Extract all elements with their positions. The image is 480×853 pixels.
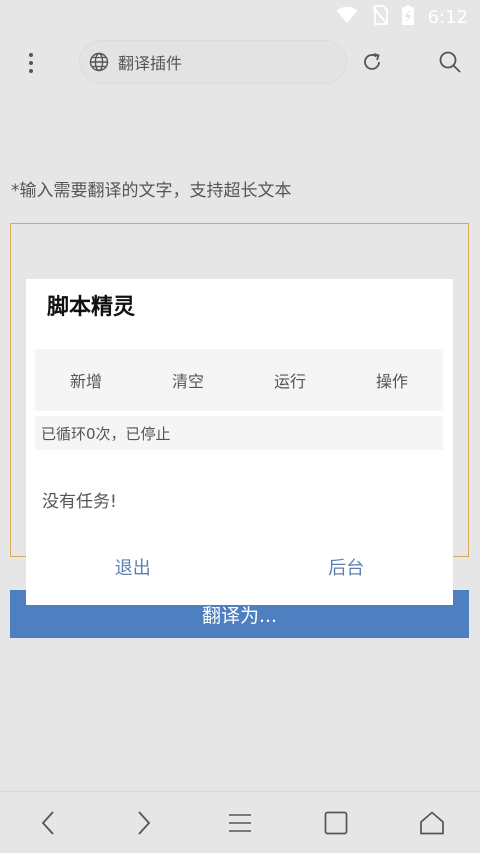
dialog-actions: 退出 后台: [26, 547, 453, 587]
operate-button[interactable]: 操作: [341, 349, 443, 411]
clear-button[interactable]: 清空: [137, 349, 239, 411]
bottom-nav-bar: [0, 791, 480, 853]
dialog-tab-bar: 新增 清空 运行 操作: [35, 349, 443, 411]
add-button[interactable]: 新增: [35, 349, 137, 411]
forward-icon[interactable]: [120, 799, 168, 847]
background-button[interactable]: 后台: [240, 547, 454, 587]
empty-task-message: 没有任务!: [42, 492, 117, 512]
run-button[interactable]: 运行: [239, 349, 341, 411]
menu-icon[interactable]: [216, 799, 264, 847]
home-icon[interactable]: [408, 799, 456, 847]
loop-status: 已循环0次，已停止: [35, 416, 443, 450]
tabs-icon[interactable]: [312, 799, 360, 847]
exit-button[interactable]: 退出: [26, 547, 240, 587]
dialog-title: 脚本精灵: [47, 295, 136, 320]
script-sprite-dialog: 脚本精灵 新增 清空 运行 操作 已循环0次，已停止 没有任务! 退出 后台: [26, 279, 453, 605]
back-icon[interactable]: [24, 799, 72, 847]
